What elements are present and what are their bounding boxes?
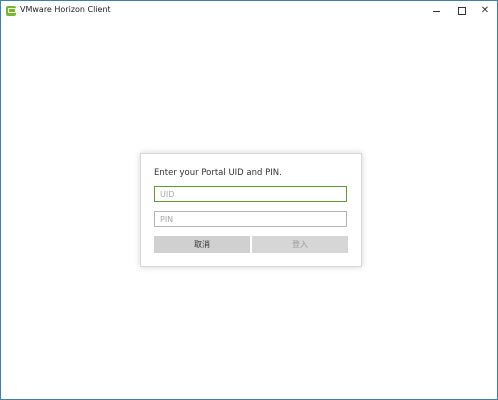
maximize-icon — [458, 7, 466, 15]
horizon-client-window: VMware Horizon Client ✕ Enter your Porta… — [0, 0, 498, 400]
minimize-button[interactable] — [422, 1, 450, 21]
uid-input[interactable] — [154, 186, 347, 202]
close-icon: ✕ — [480, 5, 490, 16]
minimize-icon — [432, 11, 440, 12]
login-button[interactable]: 登入 — [252, 236, 348, 253]
title-bar[interactable]: VMware Horizon Client ✕ — [1, 1, 497, 21]
close-button[interactable]: ✕ — [471, 1, 498, 21]
pin-input[interactable] — [154, 211, 347, 227]
cancel-button[interactable]: 取消 — [154, 236, 250, 253]
login-prompt: Enter your Portal UID and PIN. — [154, 168, 282, 178]
vmware-horizon-app-icon — [6, 6, 16, 16]
window-title: VMware Horizon Client — [20, 5, 111, 14]
portal-login-dialog: Enter your Portal UID and PIN. 取消 登入 — [140, 153, 362, 267]
